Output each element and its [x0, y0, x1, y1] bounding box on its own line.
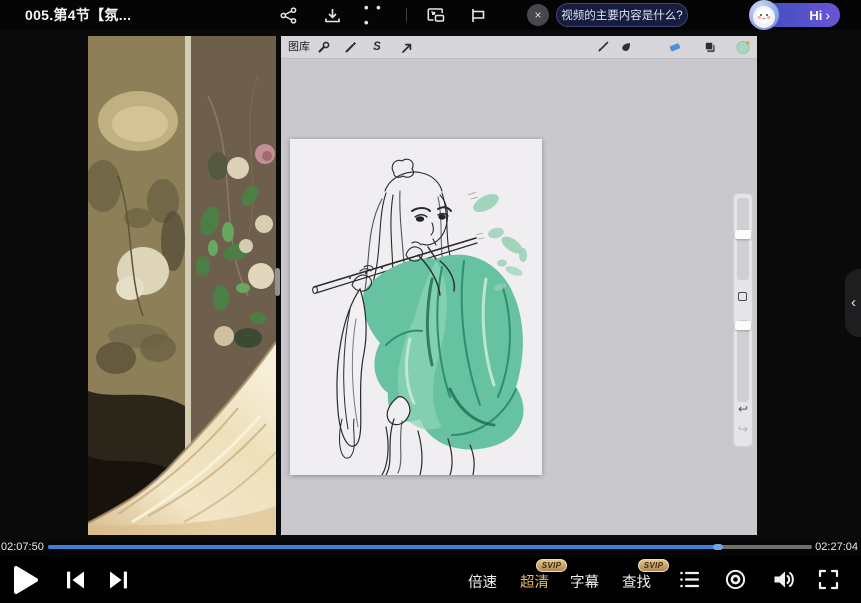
eraser-tool-icon-selected	[668, 40, 682, 54]
playlist-icon[interactable]	[678, 568, 701, 596]
procreate-toolbar: 图库 S	[281, 36, 757, 59]
progress-bar[interactable]	[48, 545, 812, 549]
svip-badge-quality: SVIP	[536, 559, 567, 572]
redo-icon: ↪	[734, 422, 752, 436]
brush-size-slider	[737, 198, 749, 280]
progress-played	[48, 545, 720, 549]
chevron-left-icon: ‹	[851, 294, 856, 311]
toolbar-divider	[406, 8, 407, 22]
opacity-thumb	[735, 321, 751, 330]
side-panel-toggle[interactable]: ‹	[845, 269, 861, 337]
find-button[interactable]: 查找	[622, 571, 651, 592]
chevron-right-icon: ›	[825, 8, 830, 22]
gallery-button: 图库	[288, 36, 310, 58]
selection-tool-icon: S	[370, 40, 384, 54]
video-surface[interactable]: 图库 S	[0, 30, 861, 541]
assistant-avatar[interactable]	[749, 0, 779, 30]
control-bar: 倍速 SVIP 超清 字幕 SVIP 查找	[0, 556, 861, 603]
procreate-app-region: 图库 S	[281, 36, 757, 535]
brush-tool-icon	[596, 40, 610, 54]
drawing-canvas	[290, 139, 542, 475]
video-title: 005.第4节【氛...	[25, 0, 131, 30]
more-options-icon[interactable]: • • •	[364, 3, 388, 33]
reference-photo	[88, 36, 276, 535]
procreate-sidebar: ↩ ↪	[733, 193, 753, 447]
ai-question-pill[interactable]: 视频的主要内容是什么?	[556, 3, 688, 27]
adjustments-icon	[343, 40, 357, 54]
color-swatch-icon	[736, 40, 750, 54]
layers-icon	[703, 40, 717, 54]
svip-badge-find: SVIP	[638, 559, 669, 572]
speed-button[interactable]: 倍速	[468, 571, 497, 592]
transform-arrow-icon	[399, 40, 413, 54]
quality-button[interactable]: 超清	[520, 571, 549, 592]
video-player-window: 005.第4节【氛... • • • × 视	[0, 0, 861, 603]
next-video-button[interactable]	[107, 569, 131, 596]
play-button[interactable]	[12, 565, 40, 600]
total-time: 02:27:04	[815, 541, 858, 553]
opacity-slider	[737, 320, 749, 402]
title-bar: 005.第4节【氛... • • • × 视	[0, 0, 861, 30]
previous-video-button[interactable]	[63, 569, 87, 596]
share-icon[interactable]	[276, 3, 300, 27]
record-circle-icon[interactable]	[724, 568, 747, 596]
assistant-greeting-label: Hi	[809, 8, 822, 23]
split-divider-handle	[275, 268, 280, 296]
smudge-tool-icon	[619, 40, 633, 54]
current-time: 02:07:50	[1, 541, 44, 553]
brush-size-thumb	[735, 230, 751, 239]
fullscreen-icon[interactable]	[817, 568, 840, 596]
modify-button	[738, 292, 747, 301]
wrench-icon	[316, 40, 330, 54]
screen-cast-icon[interactable]	[466, 3, 490, 27]
undo-icon: ↩	[734, 402, 752, 416]
subtitle-button[interactable]: 字幕	[570, 571, 599, 592]
download-icon[interactable]	[320, 3, 344, 27]
close-ai-question-button[interactable]: ×	[527, 4, 549, 26]
picture-in-picture-icon[interactable]	[424, 3, 448, 27]
volume-icon[interactable]	[771, 567, 796, 597]
